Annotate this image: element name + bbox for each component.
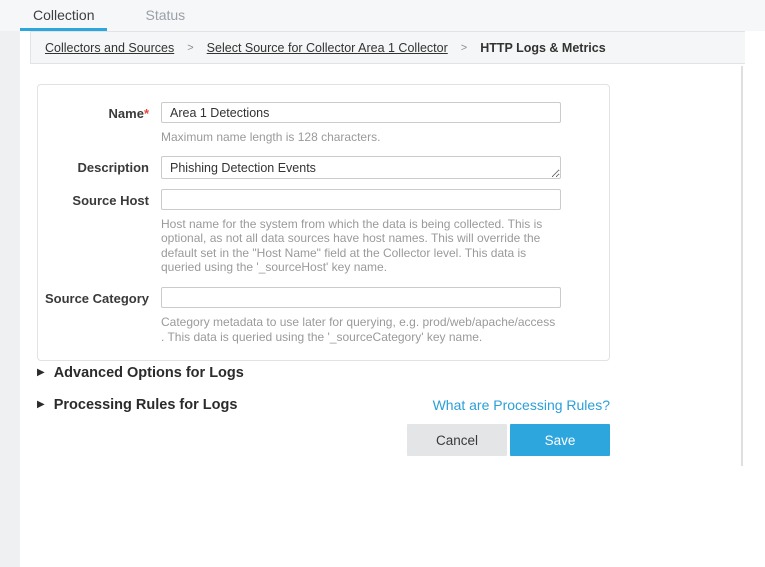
advanced-options-section: ▶ Advanced Options for Logs bbox=[37, 365, 610, 381]
tab-status-label: Status bbox=[145, 7, 185, 23]
caret-right-icon: ▶ bbox=[37, 368, 45, 378]
cancel-button[interactable]: Cancel bbox=[407, 424, 507, 456]
source-host-helper-text: Host name for the system from which the … bbox=[161, 217, 561, 275]
name-label: Name* bbox=[38, 102, 149, 145]
description-textarea[interactable]: Phishing Detection Events bbox=[161, 156, 561, 179]
breadcrumb-separator-icon: > bbox=[187, 42, 193, 54]
breadcrumb-separator-icon: > bbox=[461, 42, 467, 54]
breadcrumb-select-source[interactable]: Select Source for Collector Area 1 Colle… bbox=[207, 41, 448, 55]
breadcrumb: Collectors and Sources > Select Source f… bbox=[30, 31, 745, 64]
description-field-row: Description Phishing Detection Events bbox=[38, 156, 609, 179]
tab-collection-label: Collection bbox=[33, 7, 94, 23]
source-host-label: Source Host bbox=[38, 189, 149, 275]
processing-rules-title: Processing Rules for Logs bbox=[54, 397, 238, 413]
source-config-form: Name* Maximum name length is 128 charact… bbox=[37, 84, 610, 361]
required-asterisk: * bbox=[144, 106, 149, 121]
name-field-row: Name* Maximum name length is 128 charact… bbox=[38, 102, 609, 145]
scrollbar-track[interactable] bbox=[741, 66, 743, 466]
name-input[interactable] bbox=[161, 102, 561, 123]
source-category-label: Source Category bbox=[38, 287, 149, 344]
source-host-field-row: Source Host Host name for the system fro… bbox=[38, 189, 609, 275]
processing-rules-toggle[interactable]: ▶ Processing Rules for Logs bbox=[37, 397, 237, 413]
advanced-options-title: Advanced Options for Logs bbox=[54, 365, 244, 381]
caret-right-icon: ▶ bbox=[37, 400, 45, 410]
name-helper-text: Maximum name length is 128 characters. bbox=[161, 130, 561, 145]
description-label: Description bbox=[38, 156, 149, 179]
source-host-input[interactable] bbox=[161, 189, 561, 210]
save-button[interactable]: Save bbox=[510, 424, 610, 456]
breadcrumb-current-page: HTTP Logs & Metrics bbox=[480, 41, 605, 55]
source-category-input[interactable] bbox=[161, 287, 561, 308]
what-are-processing-rules-link[interactable]: What are Processing Rules? bbox=[433, 397, 610, 413]
source-category-helper-text: Category metadata to use later for query… bbox=[161, 315, 561, 344]
tab-status[interactable]: Status bbox=[132, 1, 198, 31]
processing-rules-section: ▶ Processing Rules for Logs What are Pro… bbox=[37, 397, 610, 413]
top-tab-bar: Collection Status bbox=[0, 0, 765, 31]
tab-collection[interactable]: Collection bbox=[20, 1, 107, 31]
left-gutter bbox=[0, 31, 20, 567]
form-actions: Cancel Save bbox=[37, 424, 610, 456]
breadcrumb-collectors-and-sources[interactable]: Collectors and Sources bbox=[45, 41, 174, 55]
source-category-field-row: Source Category Category metadata to use… bbox=[38, 287, 609, 344]
advanced-options-toggle[interactable]: ▶ Advanced Options for Logs bbox=[37, 365, 244, 381]
